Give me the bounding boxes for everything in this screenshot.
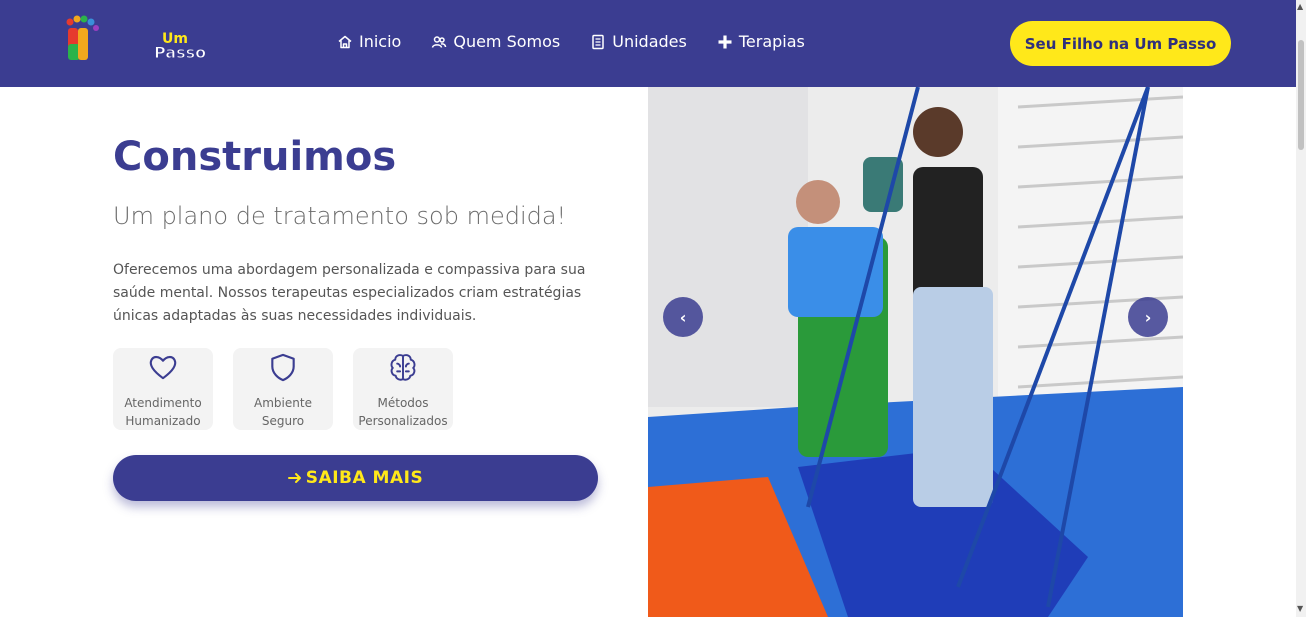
carousel-next-button[interactable]: › bbox=[1128, 297, 1168, 337]
shield-icon bbox=[271, 353, 295, 382]
navbar: Um Passo Inicio Quem Somos Unidades Tera… bbox=[0, 0, 1296, 87]
nav-item-inicio[interactable]: Inicio bbox=[337, 32, 401, 51]
feature-card: Atendimento Humanizado bbox=[113, 348, 213, 430]
nav-label: Quem Somos bbox=[453, 32, 561, 51]
scroll-up-icon[interactable]: ▲ bbox=[1297, 2, 1303, 11]
home-icon bbox=[338, 35, 352, 48]
saiba-mais-label: SAIBA MAIS bbox=[305, 468, 424, 488]
hero-title: Construimos bbox=[113, 134, 397, 180]
people-icon bbox=[432, 35, 447, 48]
hero-subtitle: Um plano de tratamento sob medida! bbox=[113, 202, 567, 230]
scroll-down-icon[interactable]: ▼ bbox=[1297, 604, 1303, 613]
brain-icon bbox=[390, 354, 416, 381]
saiba-mais-button[interactable]: SAIBA MAIS bbox=[113, 455, 598, 501]
feature-label: Ambiente Seguro bbox=[254, 396, 312, 428]
heart-icon bbox=[149, 355, 177, 380]
arrow-right-icon bbox=[287, 473, 301, 483]
logo-text: Um Passo bbox=[153, 32, 206, 61]
main-nav: Inicio Quem Somos Unidades Terapias bbox=[337, 32, 805, 51]
feature-label: Métodos Personalizados bbox=[358, 396, 448, 428]
cta-button[interactable]: Seu Filho na Um Passo bbox=[1010, 21, 1231, 66]
nav-item-quem-somos[interactable]: Quem Somos bbox=[431, 32, 560, 51]
nav-label: Terapias bbox=[738, 32, 805, 51]
feature-card: Métodos Personalizados bbox=[353, 348, 453, 430]
footprint-logo-icon bbox=[66, 15, 99, 60]
scrollbar-thumb[interactable] bbox=[1298, 40, 1304, 150]
plus-icon bbox=[718, 35, 732, 48]
feature-card: Ambiente Seguro bbox=[233, 348, 333, 430]
hero-description: Oferecemos uma abordagem personalizada e… bbox=[113, 262, 586, 324]
chevron-right-icon: › bbox=[1144, 307, 1152, 327]
scrollbar[interactable]: ▲ ▼ bbox=[1296, 0, 1306, 617]
image-carousel[interactable]: ‹ › bbox=[648, 87, 1183, 617]
chevron-left-icon: ‹ bbox=[679, 307, 687, 327]
carousel-prev-button[interactable]: ‹ bbox=[663, 297, 703, 337]
feature-label: Atendimento Humanizado bbox=[124, 396, 202, 428]
feature-list: Atendimento Humanizado Ambiente Seguro M… bbox=[113, 348, 453, 430]
nav-label: Unidades bbox=[612, 32, 687, 51]
nav-item-unidades[interactable]: Unidades bbox=[590, 32, 687, 51]
therapy-photo bbox=[648, 87, 1183, 617]
nav-item-terapias[interactable]: Terapias bbox=[717, 32, 805, 51]
document-icon bbox=[592, 34, 604, 49]
logo-line2: Passo bbox=[153, 43, 207, 62]
logo[interactable]: Um Passo bbox=[64, 14, 207, 66]
nav-label: Inicio bbox=[359, 32, 402, 51]
